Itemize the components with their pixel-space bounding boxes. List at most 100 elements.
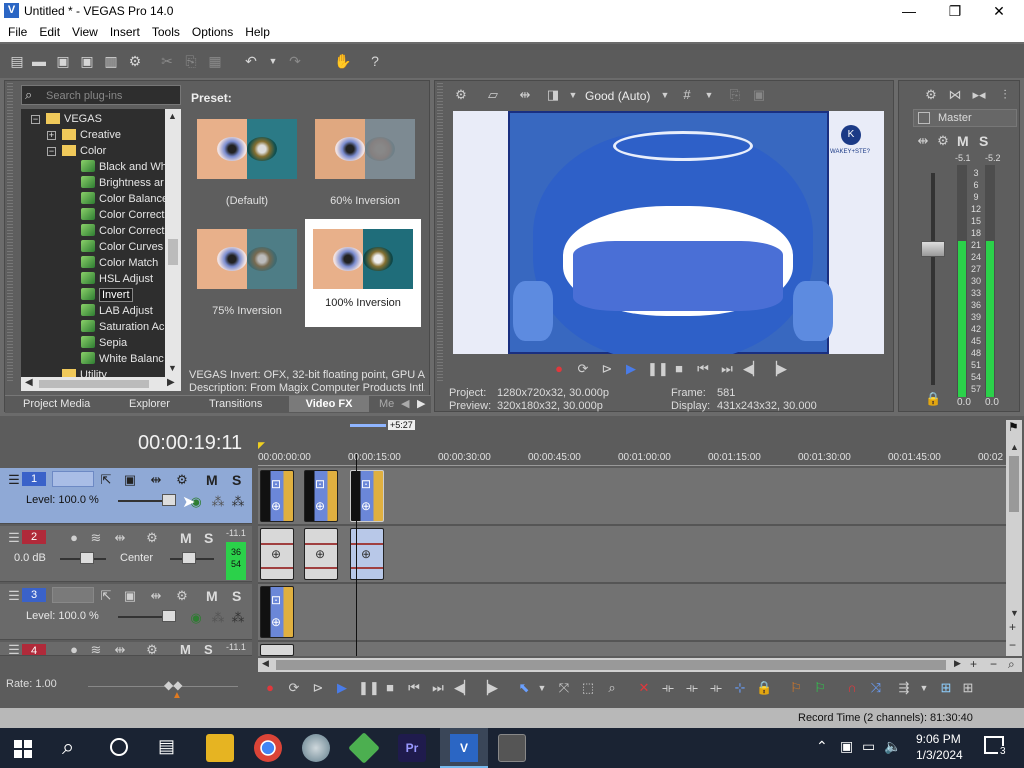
trim-start-icon[interactable]: ⟛ bbox=[684, 680, 700, 696]
level-slider-thumb[interactable] bbox=[162, 494, 176, 506]
grid-dropdown-icon[interactable]: ▼ bbox=[701, 87, 717, 103]
track-1-header[interactable]: ☰ 1 ⇱ ▣ ⇹ ⚙ M S Level: 100.0 % ◉ ⁂ ⁂ ➤ bbox=[0, 468, 252, 524]
tree-item-fx[interactable]: HSL Adjust bbox=[81, 271, 153, 287]
clock-time[interactable]: 9:06 PM bbox=[916, 732, 961, 746]
track-fx-icon[interactable]: ⇹ bbox=[112, 530, 128, 546]
scroll-h-thumb[interactable] bbox=[39, 380, 149, 388]
track-2-header[interactable]: ☰ 2 ● ≋ ⇹ ⚙ M S 0.0 dB Center -11.1 36 54 bbox=[0, 526, 252, 582]
timeline-previous-frame-button[interactable]: ◀▏ bbox=[454, 680, 474, 696]
trim-icon[interactable]: ⟛ bbox=[660, 680, 676, 696]
master-fx-gear-icon[interactable]: ⚙ bbox=[923, 87, 939, 103]
volume-icon[interactable]: 🔈 bbox=[884, 738, 901, 755]
chrome-icon[interactable] bbox=[254, 734, 282, 762]
wifi-icon[interactable]: ▭ bbox=[862, 738, 875, 755]
quality-dropdown-icon[interactable]: ▼ bbox=[657, 87, 673, 103]
start-windows-icon[interactable] bbox=[14, 740, 32, 758]
insert-marker-icon[interactable]: ⚐ bbox=[788, 680, 804, 696]
master-solo-button[interactable]: S bbox=[979, 133, 988, 149]
tree-item-color[interactable]: − Color bbox=[47, 143, 106, 159]
tree-vscrollbar[interactable]: ▲ ▼ bbox=[165, 109, 181, 377]
master-fx-icon[interactable]: ⇹ bbox=[915, 133, 931, 149]
save-snapshot-icon[interactable]: ▣ bbox=[751, 87, 767, 103]
tree-item-fx[interactable]: LAB Adjust bbox=[81, 303, 153, 319]
tab-project-media[interactable]: Project Media bbox=[23, 396, 90, 412]
save-as-icon[interactable]: ▣ bbox=[78, 52, 96, 70]
make-compositing-child-icon[interactable]: ⁂ bbox=[230, 494, 246, 510]
tree-item-invert-selected[interactable]: Invert bbox=[81, 287, 133, 303]
track-mute-button[interactable]: M bbox=[206, 588, 218, 604]
scroll-thumb[interactable] bbox=[168, 239, 178, 265]
tree-item-creative[interactable]: + Creative bbox=[47, 127, 121, 143]
video-event[interactable]: ⊡ ⊕ bbox=[260, 586, 294, 638]
open-icon[interactable]: ▬ bbox=[30, 52, 48, 70]
event-pan-crop-icon[interactable]: ⊡ bbox=[271, 477, 281, 491]
tab-transitions[interactable]: Transitions bbox=[209, 396, 262, 412]
copy-snapshot-icon[interactable]: ⎘ bbox=[727, 87, 743, 103]
play-button[interactable]: ▶ bbox=[623, 361, 639, 377]
event-fx-icon[interactable]: ⊕ bbox=[271, 547, 281, 561]
master-gear-icon[interactable]: ⚙ bbox=[935, 133, 951, 149]
preview-quality-select[interactable]: Good (Auto) bbox=[585, 89, 650, 103]
undo-dropdown-icon[interactable]: ▼ bbox=[264, 52, 282, 70]
loop-region[interactable] bbox=[350, 424, 386, 427]
tree-item-fx[interactable]: Color Balance bbox=[81, 191, 168, 207]
clock-date[interactable]: 1/3/2024 bbox=[916, 748, 963, 762]
zoom-in-icon[interactable]: + bbox=[970, 657, 977, 671]
next-frame-button[interactable]: ▕▶ bbox=[767, 361, 787, 377]
help-icon[interactable]: ? bbox=[366, 52, 384, 70]
preset-75-inversion[interactable]: 75% Inversion bbox=[189, 223, 305, 331]
video-event[interactable]: ⊡ ⊕ bbox=[304, 470, 338, 522]
tab-scroll-right-icon[interactable]: ▶ bbox=[417, 396, 425, 412]
record-button[interactable]: ● bbox=[551, 361, 567, 377]
timeline-stop-button[interactable]: ■ bbox=[382, 680, 398, 696]
master-checkbox-icon[interactable] bbox=[918, 112, 930, 124]
task-view-icon[interactable]: ▤ bbox=[158, 736, 175, 757]
track-fx-icon[interactable]: ⇹ bbox=[112, 642, 128, 655]
tree-item-fx[interactable]: Saturation Ac bbox=[81, 319, 164, 335]
menu-view[interactable]: View bbox=[64, 22, 102, 39]
tree-item-fx[interactable]: Sepia bbox=[81, 335, 127, 351]
track-minimize-icon[interactable]: ☰ bbox=[6, 588, 22, 604]
track-mute-button[interactable]: M bbox=[206, 472, 218, 488]
track-minimize-icon[interactable]: ☰ bbox=[6, 472, 22, 488]
undo-icon[interactable]: ↶ bbox=[242, 52, 260, 70]
master-mute-button[interactable]: M bbox=[957, 133, 969, 149]
stop-button[interactable]: ■ bbox=[671, 361, 687, 377]
track-solo-button[interactable]: S bbox=[204, 530, 213, 546]
timeline-vscrollbar[interactable]: ⚑ ▲ ▼ + − bbox=[1006, 420, 1022, 656]
scroll-down-icon[interactable]: ▼ bbox=[1010, 608, 1019, 618]
minimize-button[interactable]: — bbox=[886, 0, 932, 22]
arm-record-icon[interactable]: ● bbox=[66, 642, 82, 655]
scroll-down-icon[interactable]: ▼ bbox=[168, 363, 177, 373]
panel-grip[interactable] bbox=[437, 83, 443, 383]
zoom-edit-tool-icon[interactable]: ⌕ bbox=[604, 680, 620, 696]
track-gear-icon[interactable]: ⚙ bbox=[144, 530, 160, 546]
track-3-header[interactable]: ☰ 3 ⇱ ▣ ⇹ ⚙ M S Level: 100.0 % ◉ ⁂ ⁂ bbox=[0, 584, 252, 640]
audio-event[interactable] bbox=[260, 644, 294, 656]
track-name-field[interactable] bbox=[52, 587, 94, 603]
event-pan-crop-icon[interactable]: ⊡ bbox=[271, 593, 281, 607]
track-fx-icon[interactable]: ⇹ bbox=[148, 472, 164, 488]
event-fx-icon[interactable]: ⊕ bbox=[361, 547, 371, 561]
track-gear-icon[interactable]: ⚙ bbox=[144, 642, 160, 655]
tree-item-vegas[interactable]: − VEGAS bbox=[31, 111, 102, 127]
playhead-cursor[interactable] bbox=[356, 454, 357, 656]
tab-media-generators[interactable]: Me bbox=[379, 396, 394, 412]
zoom-tool-icon[interactable]: ⌕ bbox=[1008, 657, 1015, 672]
master-fader-thumb[interactable] bbox=[921, 241, 945, 257]
tree-item-utility[interactable]: Utility bbox=[47, 367, 107, 377]
timeline-play-button[interactable]: ▶ bbox=[334, 680, 350, 696]
track-minimize-icon[interactable]: ☰ bbox=[6, 530, 22, 546]
ignore-grouping-icon[interactable]: ⊞ bbox=[960, 680, 976, 696]
lock-icon[interactable]: 🔒 bbox=[925, 391, 941, 407]
ripple-dropdown-icon[interactable]: ▼ bbox=[916, 680, 932, 696]
event-pan-crop-icon[interactable]: ⊡ bbox=[315, 477, 325, 491]
invert-phase-icon[interactable]: ≋ bbox=[88, 642, 104, 655]
arm-record-icon[interactable]: ● bbox=[66, 530, 82, 546]
audio-event[interactable]: ⊕ bbox=[304, 528, 338, 580]
level-slider-thumb[interactable] bbox=[162, 610, 176, 622]
scroll-h-thumb[interactable] bbox=[276, 660, 946, 670]
track-mute-button[interactable]: M bbox=[180, 530, 192, 546]
selection-tool-icon[interactable]: ⬚ bbox=[580, 680, 596, 696]
loop-playback-button[interactable]: ⟳ bbox=[575, 361, 591, 377]
